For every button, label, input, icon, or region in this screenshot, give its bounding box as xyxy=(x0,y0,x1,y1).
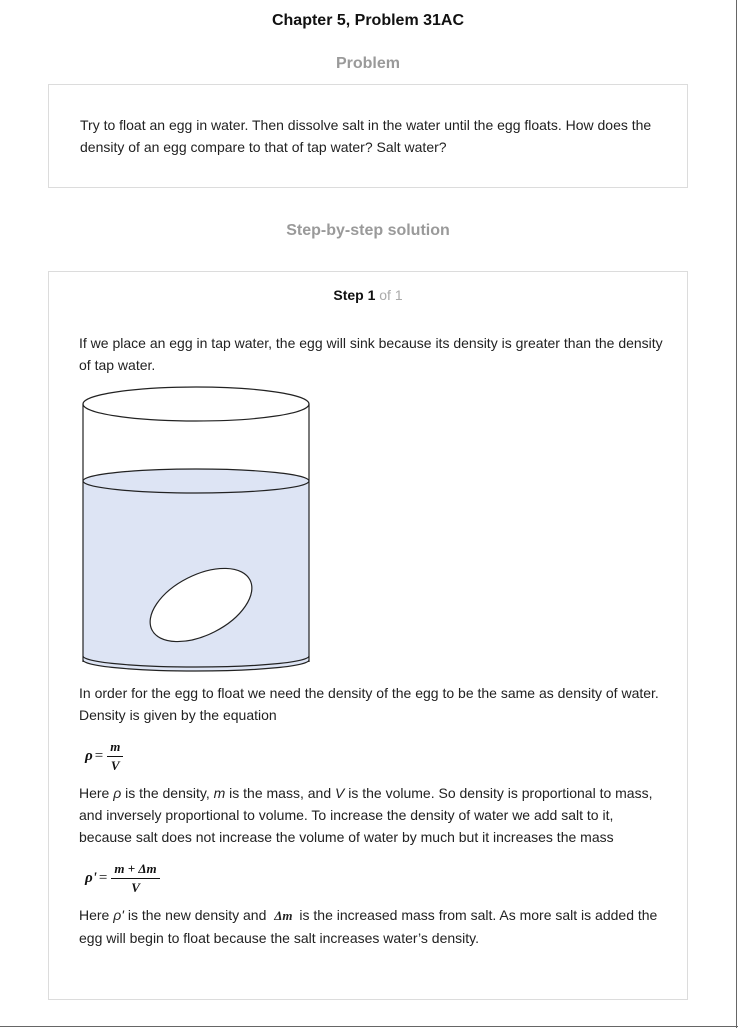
new-density-formula: ρ' = m + Δm V xyxy=(85,861,160,896)
para4-rho-prime: ρ' xyxy=(113,907,124,923)
para4-delta-m: Δm xyxy=(274,908,293,923)
page-frame-bottom xyxy=(0,1026,738,1027)
formula1-numerator: m xyxy=(107,739,124,757)
step-paragraph-4: Here ρ' is the new density and Δm is the… xyxy=(79,904,669,949)
chapter-title: Chapter 5, Problem 31AC xyxy=(271,12,465,29)
water-surface xyxy=(82,468,310,494)
para4-text-2: is the new density and xyxy=(123,907,271,923)
para3-text-3: is the mass, and xyxy=(225,785,335,801)
solution-box: Step 1 of 1 If we place an egg in tap wa… xyxy=(48,271,688,1000)
formula2-equals: = xyxy=(98,870,108,886)
para3-text-2: is the density, xyxy=(121,785,214,801)
step-total: of 1 xyxy=(375,287,403,303)
density-formula: ρ = m V xyxy=(85,739,124,774)
para3-text-1: Here xyxy=(79,785,114,801)
formula1-lhs: ρ xyxy=(85,747,93,764)
step-label: Step 1 of 1 xyxy=(49,287,687,303)
problem-heading: Problem xyxy=(335,55,400,72)
step-paragraph-2: In order for the egg to float we need th… xyxy=(79,685,659,723)
formula1-fraction: mV xyxy=(107,739,124,774)
beaker-with-egg-illustration xyxy=(82,386,310,672)
problem-box: Try to float an egg in water. Then disso… xyxy=(48,84,688,188)
page-frame-right xyxy=(736,0,737,1028)
step-paragraph-3: Here ρ is the density, m is the mass, an… xyxy=(79,782,669,848)
beaker-rim xyxy=(82,386,310,422)
step-paragraph-1: If we place an egg in tap water, the egg… xyxy=(79,335,663,373)
para3-m: m xyxy=(213,785,226,801)
formula1-equals: = xyxy=(94,748,104,764)
step-number: Step 1 xyxy=(333,287,376,303)
formula2-denominator: V xyxy=(131,880,140,895)
formula1-denominator: V xyxy=(110,758,120,773)
para4-text-1: Here xyxy=(79,907,114,923)
formula2-lhs: ρ' xyxy=(85,869,97,886)
solution-heading: Step-by-step solution xyxy=(286,222,450,239)
para3-v: V xyxy=(335,785,345,801)
formula2-numerator: m + Δm xyxy=(111,861,160,879)
formula2-fraction: m + Δm V xyxy=(111,861,160,896)
problem-text: Try to float an egg in water. Then disso… xyxy=(80,117,652,155)
